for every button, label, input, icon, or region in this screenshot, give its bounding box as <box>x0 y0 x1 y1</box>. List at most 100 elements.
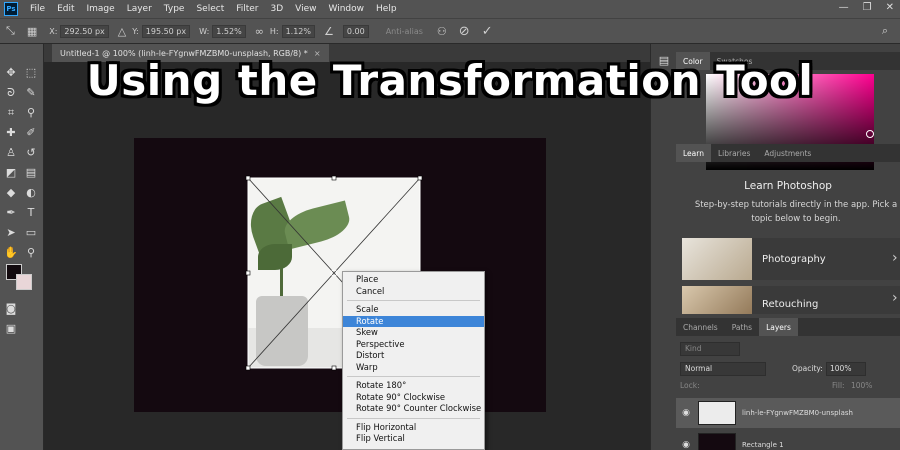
menu-item-scale[interactable]: Scale <box>343 304 484 316</box>
layer-filter-field[interactable]: Kind <box>680 342 740 356</box>
menu-bar: Ps File Edit Image Layer Type Select Fil… <box>0 0 900 18</box>
angle-field[interactable]: 0.00 <box>342 24 369 38</box>
layer-thumbnail <box>698 433 736 450</box>
menu-type[interactable]: Type <box>158 4 191 14</box>
chevron-right-icon: › <box>892 250 898 266</box>
blur-tool-icon[interactable]: ◆ <box>4 186 18 200</box>
eraser-icon[interactable]: ◩ <box>4 166 18 180</box>
transform-handle[interactable] <box>245 365 251 371</box>
hand-tool-icon[interactable]: ✋ <box>4 246 18 260</box>
move-tool-icon[interactable]: ⤡ <box>6 24 15 38</box>
commit-transform-icon[interactable]: ✓ <box>482 24 493 39</box>
opacity-field[interactable]: 100% <box>826 362 866 376</box>
healing-brush-icon[interactable]: ✚ <box>4 126 18 140</box>
warp-mode-icon[interactable]: ⚇ <box>437 25 447 38</box>
search-icon[interactable]: ⌕ <box>882 24 888 38</box>
tab-libraries[interactable]: Libraries <box>711 144 757 162</box>
close-window-button[interactable]: ✕ <box>886 2 894 13</box>
learn-description: Step-by-step tutorials directly in the a… <box>684 198 900 226</box>
transform-handle[interactable] <box>331 365 337 371</box>
learn-description-line-2: topic below to begin. <box>751 214 841 224</box>
menu-item-distort[interactable]: Distort <box>343 350 484 362</box>
menu-separator <box>347 376 480 377</box>
menu-image[interactable]: Image <box>81 4 121 14</box>
width-field[interactable]: 1.52% <box>212 24 246 38</box>
layer-row-rectangle[interactable]: ◉ Rectangle 1 <box>676 430 900 450</box>
menu-item-rotate-90-cw[interactable]: Rotate 90° Clockwise <box>343 392 484 404</box>
menu-item-place[interactable]: Place <box>343 274 484 286</box>
dodge-tool-icon[interactable]: ◐ <box>24 186 38 200</box>
menu-file[interactable]: File <box>24 4 51 14</box>
brush-tool-icon[interactable]: ✐ <box>24 126 38 140</box>
tab-paths[interactable]: Paths <box>725 318 759 336</box>
clone-stamp-icon[interactable]: ♙ <box>4 146 18 160</box>
rectangle-tool-icon[interactable]: ▭ <box>24 226 38 240</box>
menu-item-flip-vertical[interactable]: Flip Vertical <box>343 433 484 445</box>
h-label: H: <box>269 26 279 36</box>
screen-mode-icon[interactable]: ▣ <box>4 322 18 336</box>
layer-thumbnail <box>698 401 736 425</box>
transform-handle[interactable] <box>245 270 251 276</box>
zoom-tool-icon[interactable]: ⚲ <box>24 246 38 260</box>
learn-card-photography[interactable]: Photography › <box>682 238 900 280</box>
restore-button[interactable]: ❐ <box>863 2 872 13</box>
menu-item-flip-horizontal[interactable]: Flip Horizontal <box>343 422 484 434</box>
menu-select[interactable]: Select <box>190 4 230 14</box>
menu-item-skew[interactable]: Skew <box>343 327 484 339</box>
overlay-title: Using the Transformation Tool <box>86 56 814 105</box>
menu-filter[interactable]: Filter <box>230 4 264 14</box>
angle-icon: ∠ <box>324 24 334 38</box>
layer-row-photo[interactable]: ◉ linh-le-FYgnwFMZBM0-unsplash <box>676 398 900 428</box>
quick-mask-icon[interactable]: ◙ <box>4 302 18 316</box>
menu-layer[interactable]: Layer <box>121 4 158 14</box>
menu-window[interactable]: Window <box>323 4 371 14</box>
cancel-transform-icon[interactable]: ⊘ <box>459 24 470 39</box>
layer-name: linh-le-FYgnwFMZBM0-unsplash <box>742 409 853 417</box>
menu-view[interactable]: View <box>289 4 322 14</box>
gradient-tool-icon[interactable]: ▤ <box>24 166 38 180</box>
y-position-field[interactable]: 195.50 px <box>141 24 191 38</box>
menu-item-rotate[interactable]: Rotate <box>343 315 484 327</box>
menu-edit[interactable]: Edit <box>51 4 80 14</box>
menu-item-rotate-90-ccw[interactable]: Rotate 90° Counter Clockwise <box>343 403 484 415</box>
visibility-eye-icon[interactable]: ◉ <box>676 440 696 450</box>
options-bar: ⤡ ▦ X: 292.50 px △ Y: 195.50 px W: 1.52%… <box>0 18 900 44</box>
interpolation-label[interactable]: Anti-alias <box>386 27 423 36</box>
menu-item-perspective[interactable]: Perspective <box>343 339 484 351</box>
chevron-right-icon: › <box>892 290 898 306</box>
history-brush-icon[interactable]: ↺ <box>24 146 38 160</box>
link-icon[interactable]: ∞ <box>255 25 264 38</box>
transform-handle[interactable] <box>417 175 423 181</box>
menu-item-rotate-180[interactable]: Rotate 180° <box>343 380 484 392</box>
menu-3d[interactable]: 3D <box>265 4 290 14</box>
background-color-swatch[interactable] <box>16 274 32 290</box>
tab-channels[interactable]: Channels <box>676 318 725 336</box>
x-position-field[interactable]: 292.50 px <box>60 24 109 38</box>
learn-card-retouching[interactable]: Retouching › <box>682 286 900 314</box>
color-picker-cursor[interactable] <box>866 130 874 138</box>
transform-handle[interactable] <box>331 175 337 181</box>
relative-position-icon[interactable]: △ <box>118 25 126 38</box>
tab-layers[interactable]: Layers <box>759 318 798 336</box>
tab-learn[interactable]: Learn <box>676 144 711 162</box>
learn-title: Learn Photoshop <box>744 180 832 192</box>
reference-point-icon[interactable]: ▦ <box>27 25 37 38</box>
lock-label: Lock: <box>680 381 700 390</box>
transform-handle[interactable] <box>245 175 251 181</box>
menu-help[interactable]: Help <box>370 4 403 14</box>
fill-field[interactable]: 100% <box>851 381 872 390</box>
menu-item-warp[interactable]: Warp <box>343 362 484 374</box>
y-label: Y: <box>132 26 139 36</box>
pen-tool-icon[interactable]: ✒ <box>4 206 18 220</box>
lock-row: Lock: Fill: 100% <box>680 381 900 390</box>
minimize-button[interactable]: — <box>839 2 849 13</box>
eyedropper-icon[interactable]: ⚲ <box>24 106 38 120</box>
menu-item-cancel[interactable]: Cancel <box>343 286 484 298</box>
crop-tool-icon[interactable]: ⌗ <box>4 106 18 120</box>
height-field[interactable]: 1.12% <box>281 24 315 38</box>
blend-mode-select[interactable]: Normal <box>680 362 766 376</box>
tab-adjustments[interactable]: Adjustments <box>757 144 818 162</box>
path-select-icon[interactable]: ➤ <box>4 226 18 240</box>
visibility-eye-icon[interactable]: ◉ <box>676 408 696 418</box>
type-tool-icon[interactable]: T <box>24 206 38 220</box>
